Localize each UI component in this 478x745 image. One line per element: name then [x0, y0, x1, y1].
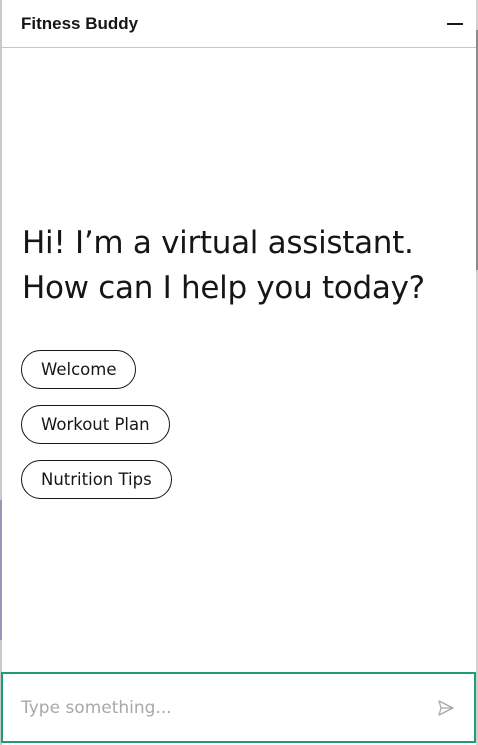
send-icon — [438, 700, 454, 716]
quick-reply-welcome[interactable]: Welcome — [21, 350, 137, 389]
chat-window: Fitness Buddy Hi! I’m a virtual assistan… — [0, 0, 478, 745]
greeting-message: Hi! I’m a virtual assistant. How can I h… — [22, 221, 462, 311]
chat-body: Hi! I’m a virtual assistant. How can I h… — [2, 49, 476, 671]
chat-title: Fitness Buddy — [21, 13, 139, 33]
quick-reply-workout-plan[interactable]: Workout Plan — [21, 405, 170, 444]
greeting-line-2: How can I help you today? — [22, 270, 425, 306]
minimize-button[interactable] — [443, 12, 467, 36]
chat-header: Fitness Buddy — [2, 0, 476, 48]
quick-reply-list: Welcome Workout Plan Nutrition Tips — [21, 350, 172, 499]
quick-reply-nutrition-tips[interactable]: Nutrition Tips — [21, 460, 172, 499]
send-button[interactable] — [436, 698, 456, 718]
minimize-icon — [447, 23, 463, 25]
message-input[interactable] — [21, 674, 421, 741]
message-composer — [1, 672, 476, 743]
greeting-line-1: Hi! I’m a virtual assistant. — [22, 225, 414, 261]
